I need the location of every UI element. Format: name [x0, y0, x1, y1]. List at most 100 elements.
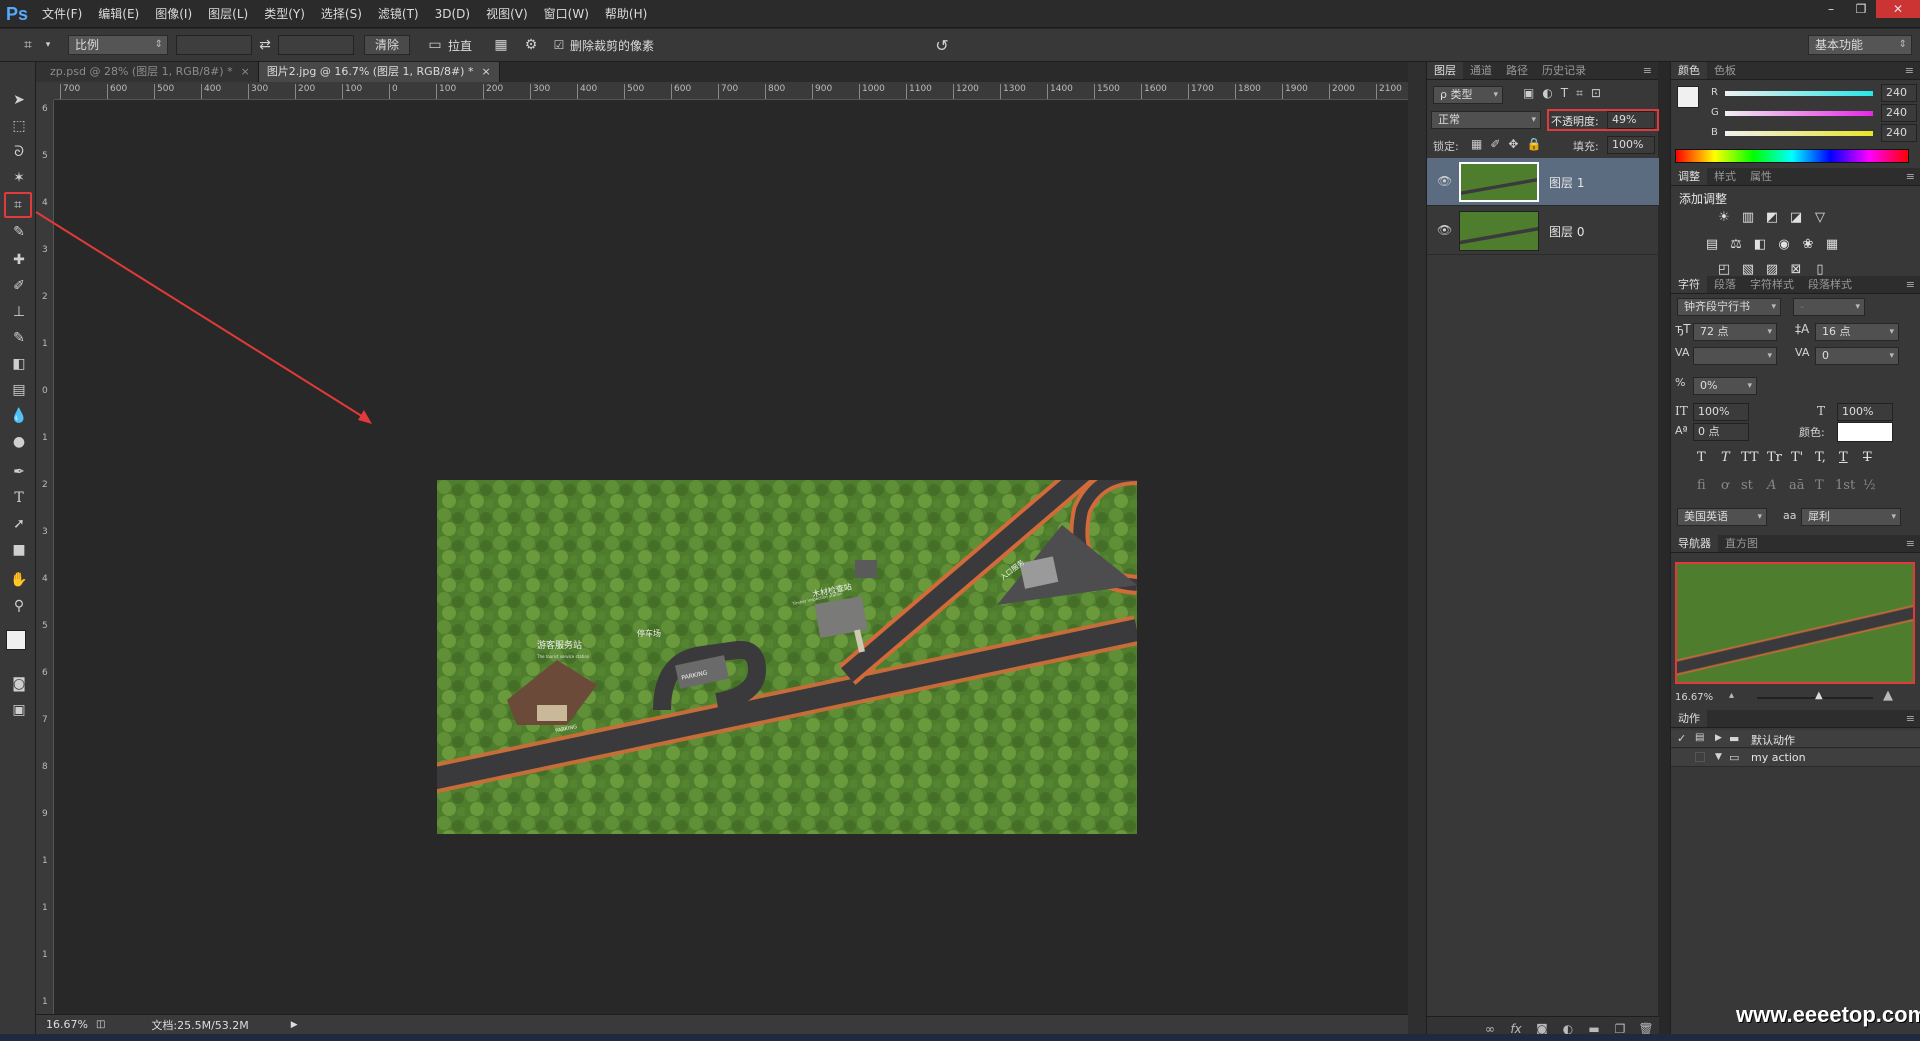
- ruler-origin[interactable]: [36, 82, 54, 100]
- tab-adjustments[interactable]: 调整: [1671, 168, 1707, 185]
- straighten-label[interactable]: 拉直: [448, 37, 472, 54]
- black-white-icon[interactable]: ◧: [1751, 237, 1769, 253]
- dialog-toggle-icon[interactable]: ▤: [1695, 732, 1704, 743]
- history-brush-tool-icon[interactable]: ✎: [8, 328, 30, 348]
- panel-menu-icon[interactable]: ≡: [1899, 62, 1920, 79]
- zoom-tool-icon[interactable]: ⚲: [8, 596, 30, 616]
- color-spectrum-bar[interactable]: [1675, 149, 1909, 163]
- baseline-input[interactable]: 0 点: [1693, 423, 1749, 441]
- path-selection-tool-icon[interactable]: ➚: [8, 514, 30, 534]
- blur-tool-icon[interactable]: 💧: [8, 406, 30, 426]
- style-small-caps[interactable]: Tr: [1767, 450, 1782, 465]
- screen-mode-icon[interactable]: ▣: [8, 700, 30, 720]
- channel-r-input[interactable]: 240: [1881, 84, 1917, 102]
- tab-paths[interactable]: 路径: [1499, 62, 1535, 79]
- menu-edit[interactable]: 编辑(E): [90, 0, 147, 28]
- text-color-swatch[interactable]: [1837, 422, 1893, 442]
- style-faux-italic[interactable]: T: [1721, 450, 1730, 465]
- layer-row-layer-1[interactable]: 👁 图层 1: [1427, 158, 1659, 206]
- navigator-preview[interactable]: [1675, 562, 1915, 684]
- exposure-icon[interactable]: ◪: [1787, 210, 1805, 226]
- panel-menu-icon[interactable]: ≡: [1637, 62, 1658, 79]
- color-balance-icon[interactable]: ⚖: [1727, 237, 1745, 253]
- color-lookup-icon[interactable]: ▦: [1823, 237, 1841, 253]
- status-menu-arrow-icon[interactable]: ▶: [291, 1020, 298, 1030]
- font-style-select[interactable]: -: [1793, 298, 1865, 316]
- vibrance-icon[interactable]: ▽: [1811, 210, 1829, 226]
- clone-stamp-tool-icon[interactable]: ⊥: [8, 302, 30, 322]
- brightness-icon[interactable]: ☀: [1715, 210, 1733, 226]
- minimize-button[interactable]: –: [1816, 0, 1846, 18]
- style-strikethrough[interactable]: T: [1863, 450, 1872, 465]
- clear-button[interactable]: 清除: [364, 35, 411, 55]
- eye-icon[interactable]: 👁: [1437, 174, 1452, 188]
- menu-view[interactable]: 视图(V): [478, 0, 536, 28]
- panel-menu-icon[interactable]: ≡: [1900, 168, 1920, 185]
- width-input[interactable]: [176, 35, 252, 55]
- eye-icon[interactable]: 👁: [1437, 223, 1452, 237]
- zoom-out-icon[interactable]: ▴: [1729, 690, 1734, 701]
- kerning-select[interactable]: [1693, 347, 1777, 365]
- tab-zp-psd[interactable]: zp.psd @ 28% (图层 1, RGB/8#) * ×: [36, 62, 259, 82]
- layer-filter-select[interactable]: ρ 类型: [1433, 86, 1503, 104]
- channel-mixer-icon[interactable]: ❀: [1799, 237, 1817, 253]
- panel-menu-icon[interactable]: ≡: [1900, 535, 1920, 552]
- curves-icon[interactable]: ◩: [1763, 210, 1781, 226]
- brush-tool-icon[interactable]: ✐: [8, 276, 30, 296]
- restore-button[interactable]: ❐: [1846, 0, 1876, 18]
- layer-name[interactable]: 图层 1: [1549, 174, 1584, 191]
- layer-row-layer-0[interactable]: 👁 图层 0: [1427, 207, 1659, 255]
- layer-name[interactable]: 图层 0: [1549, 223, 1584, 240]
- lock-icons[interactable]: ▦✐✥🔒: [1471, 137, 1549, 151]
- zoom-readout[interactable]: 16.67%: [46, 1018, 88, 1031]
- channel-g-slider[interactable]: [1725, 111, 1873, 116]
- tab-swatches[interactable]: 色板: [1707, 62, 1743, 79]
- ot-swash[interactable]: A: [1767, 478, 1776, 493]
- style-faux-bold[interactable]: T: [1697, 450, 1706, 465]
- zoom-slider-thumb[interactable]: ▲: [1815, 690, 1823, 701]
- style-subscript[interactable]: T,: [1815, 450, 1826, 465]
- tab-styles[interactable]: 样式: [1707, 168, 1743, 185]
- type-tool-icon[interactable]: T: [8, 488, 30, 508]
- foreground-color-swatch[interactable]: [6, 630, 26, 650]
- move-tool-icon[interactable]: ➤: [8, 90, 30, 110]
- menu-type[interactable]: 类型(Y): [256, 0, 313, 28]
- menu-help[interactable]: 帮助(H): [597, 0, 655, 28]
- ot-ordinals-t[interactable]: T: [1815, 478, 1824, 493]
- lasso-tool-icon[interactable]: ᘐ: [8, 142, 30, 162]
- style-all-caps[interactable]: TT: [1741, 450, 1759, 465]
- horizontal-ruler[interactable]: 700 600 500 400 300 200 100 0 100 200 300 400 500 600…: [54, 82, 1408, 100]
- ot-stylistic[interactable]: st: [1741, 478, 1753, 493]
- magic-wand-tool-icon[interactable]: ✶: [8, 168, 30, 188]
- tab-layers[interactable]: 图层: [1427, 62, 1463, 79]
- channel-g-input[interactable]: 240: [1881, 104, 1917, 122]
- dodge-tool-icon[interactable]: ●: [8, 432, 30, 452]
- menu-image[interactable]: 图像(I): [147, 0, 200, 28]
- action-set-my-action[interactable]: ▼ ▭ my action: [1671, 749, 1920, 767]
- ot-titling[interactable]: aā: [1789, 478, 1805, 493]
- photo-filter-icon[interactable]: ◉: [1775, 237, 1793, 253]
- gradient-tool-icon[interactable]: ▤: [8, 380, 30, 400]
- scale-select[interactable]: 0%: [1693, 377, 1757, 395]
- eyedropper-tool-icon[interactable]: ✎: [8, 222, 30, 242]
- ot-old-style[interactable]: ơ: [1721, 478, 1729, 493]
- font-size-select[interactable]: 72 点: [1693, 323, 1777, 341]
- menu-3d[interactable]: 3D(D): [427, 0, 478, 28]
- tab-actions[interactable]: 动作: [1671, 710, 1707, 727]
- color-fg-swatch[interactable]: [1677, 86, 1699, 108]
- tab-history[interactable]: 历史记录: [1535, 62, 1593, 79]
- horizontal-scale-input[interactable]: 100%: [1837, 403, 1893, 421]
- tracking-select[interactable]: 0: [1815, 347, 1899, 365]
- eraser-tool-icon[interactable]: ◧: [8, 354, 30, 374]
- tab-paragraph[interactable]: 段落: [1707, 276, 1743, 293]
- channel-r-slider[interactable]: [1725, 91, 1873, 96]
- ot-ligatures[interactable]: fi: [1697, 478, 1706, 493]
- style-superscript[interactable]: T': [1791, 450, 1803, 465]
- leading-select[interactable]: 16 点: [1815, 323, 1899, 341]
- opacity-input[interactable]: 49%: [1607, 111, 1655, 129]
- blend-mode-select[interactable]: 正常: [1431, 111, 1541, 129]
- rectangle-tool-icon[interactable]: ■: [8, 540, 30, 560]
- menu-filter[interactable]: 滤镜(T): [370, 0, 427, 28]
- tab-channels[interactable]: 通道: [1463, 62, 1499, 79]
- dialog-toggle-icon[interactable]: [1695, 752, 1705, 762]
